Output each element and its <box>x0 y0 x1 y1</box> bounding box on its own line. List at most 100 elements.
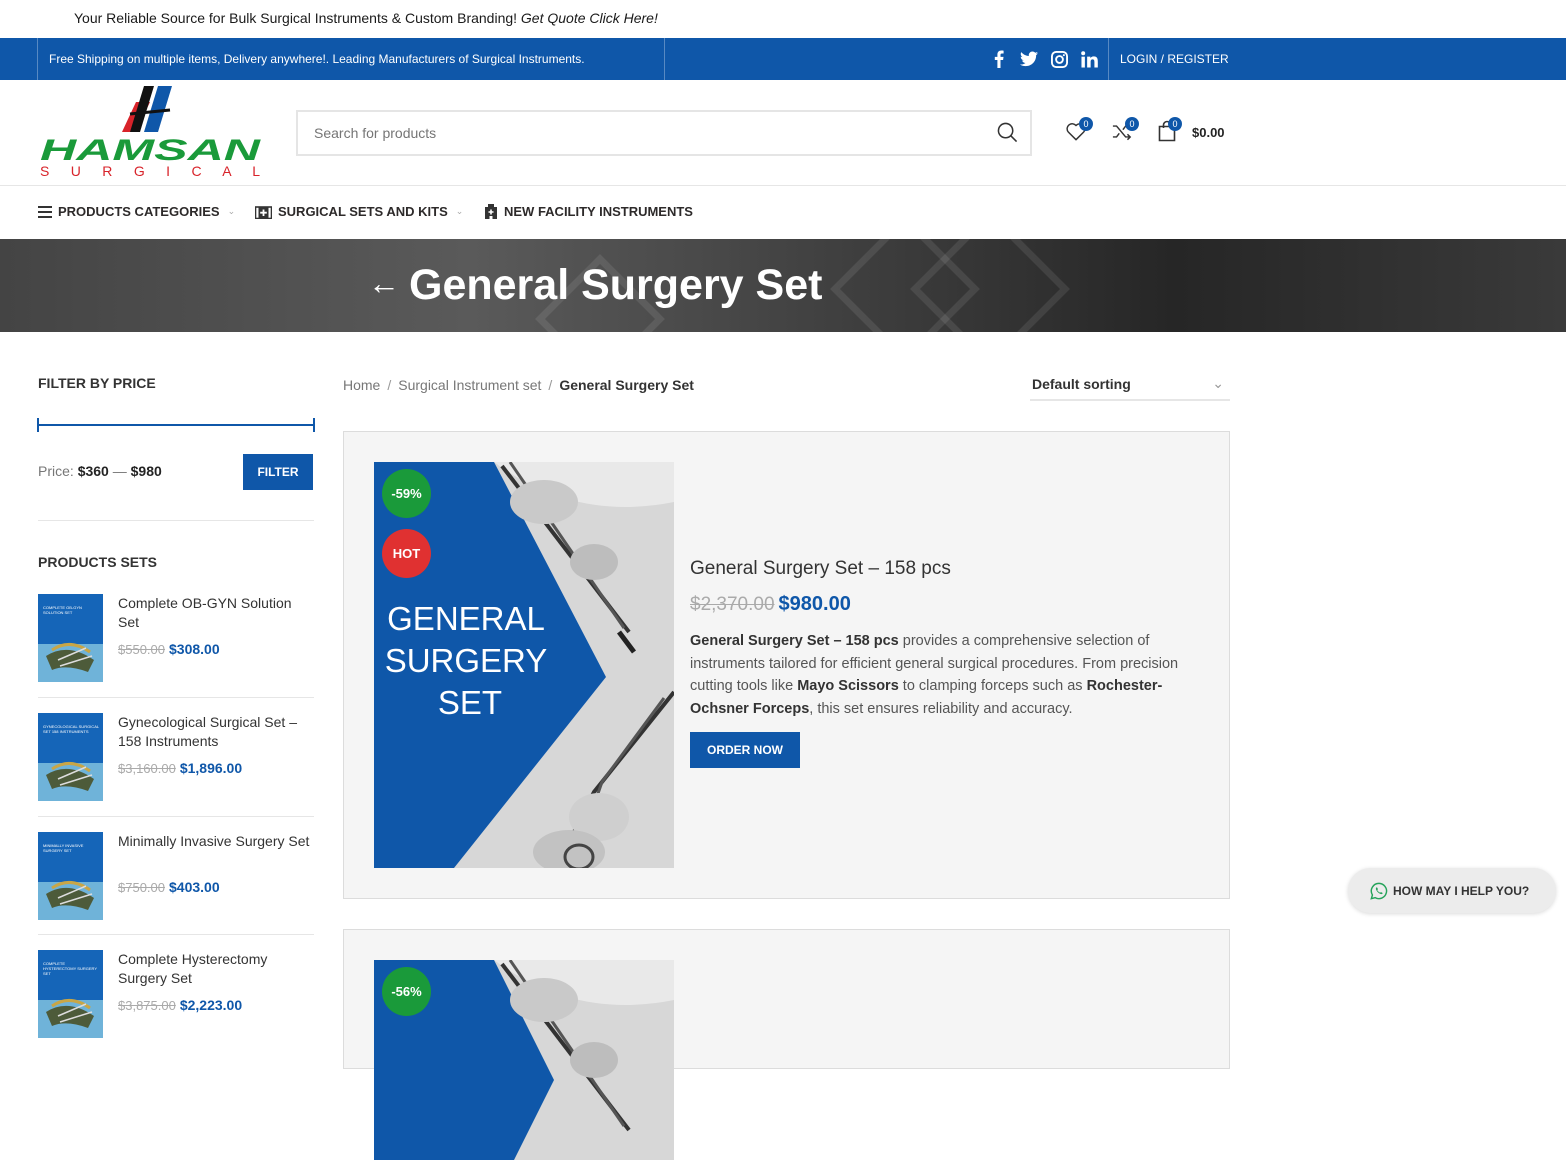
product-thumbnail[interactable]: MINIMALLY INVASIVE SURGERY SET <box>38 832 103 920</box>
compare-count: 0 <box>1125 117 1139 131</box>
slider-handle-max[interactable] <box>313 418 315 432</box>
main-nav: PRODUCTS CATEGORIES ⌄ SURGICAL SETS AND K… <box>0 186 1566 239</box>
page-title: General Surgery Set <box>409 261 823 309</box>
divider <box>38 816 314 817</box>
promo-bar: Your Reliable Source for Bulk Surgical I… <box>0 0 1566 38</box>
product-name[interactable]: Minimally Invasive Surgery Set <box>118 832 314 851</box>
product-price: $3,875.00 $2,223.00 <box>118 997 243 1013</box>
cart-total[interactable]: $0.00 <box>1192 125 1225 140</box>
product-name[interactable]: Complete OB-GYN Solution Set <box>118 594 314 632</box>
top-bar: Free Shipping on multiple items, Deliver… <box>0 38 1566 80</box>
whatsapp-help-button[interactable]: HOW MAY I HELP YOU? <box>1348 868 1556 913</box>
image-text-1: GENERAL <box>387 600 545 637</box>
product-thumbnail[interactable]: COMPLETE OB-GYN SOLUTION SET <box>38 594 103 682</box>
help-label: HOW MAY I HELP YOU? <box>1393 883 1530 898</box>
product-title[interactable]: General Surgery Set – 158 pcs <box>690 558 951 580</box>
shipping-message: Free Shipping on multiple items, Deliver… <box>49 52 585 66</box>
product-card: GENERAL SURGERY SET -59% HOT General Sur… <box>343 431 1230 899</box>
sort-selected: Default sorting <box>1032 376 1131 392</box>
divider <box>37 38 38 80</box>
cart-button[interactable]: 0 <box>1158 117 1182 147</box>
search-input[interactable] <box>298 112 978 154</box>
sidebar-product[interactable]: MINIMALLY INVASIVE SURGERY SET Minimally… <box>38 832 314 921</box>
back-arrow-icon[interactable]: ← <box>368 265 400 302</box>
medical-kit-icon <box>255 205 272 219</box>
thumb-caption: COMPLETE OB-GYN SOLUTION SET <box>43 605 82 615</box>
price-max: $980 <box>130 463 162 479</box>
product-image[interactable]: -56% <box>374 960 674 1160</box>
hamburger-icon <box>38 205 52 218</box>
divider <box>38 697 314 698</box>
facebook-icon[interactable] <box>990 49 1008 69</box>
new-price: $980.00 <box>778 593 851 615</box>
product-description: General Surgery Set – 158 pcs provides a… <box>690 633 1179 717</box>
sidebar-product[interactable]: COMPLETE HYSTERECTOMY SURGERY SET Comple… <box>38 950 314 1039</box>
site-logo[interactable]: HAMSAN S U R G I C A L <box>38 84 264 179</box>
wishlist-count: 0 <box>1079 117 1093 131</box>
price-min: $360 <box>77 463 109 479</box>
page-title-banner: ← General Surgery Set <box>0 239 1566 332</box>
whatsapp-icon <box>1370 882 1388 900</box>
filter-price-title: FILTER BY PRICE <box>38 375 156 391</box>
price-slider[interactable] <box>37 418 315 432</box>
search-icon[interactable] <box>997 122 1018 148</box>
products-sets-title: PRODUCTS SETS <box>38 554 158 570</box>
product-price: $550.00 $308.00 <box>118 641 220 657</box>
discount-badge: -56% <box>382 967 431 1016</box>
nav-new-facility[interactable]: NEW FACILITY INSTRUMENTS <box>484 204 693 219</box>
divider <box>1108 38 1109 80</box>
sidebar-product[interactable]: COMPLETE OB-GYN SOLUTION SET Complete OB… <box>38 594 314 683</box>
divider <box>38 934 314 935</box>
product-price: $2,370.00 $980.00 <box>690 593 851 616</box>
sort-select[interactable]: Default sorting ⌄ <box>1030 372 1230 401</box>
nav-surgical-sets[interactable]: SURGICAL SETS AND KITS ⌄ <box>255 204 463 219</box>
social-links <box>990 49 1098 69</box>
image-text-2: SURGERY <box>385 642 548 679</box>
product-price: $3,160.00 $1,896.00 <box>118 760 243 776</box>
nav-label: PRODUCTS CATEGORIES <box>58 204 220 219</box>
search-box <box>296 110 1032 156</box>
discount-badge: -59% <box>382 469 431 518</box>
old-price: $2,370.00 <box>690 594 775 615</box>
breadcrumb-current: General Surgery Set <box>559 377 694 393</box>
instagram-icon[interactable] <box>1050 49 1068 69</box>
product-card: -56% <box>343 929 1230 1160</box>
nav-products-categories[interactable]: PRODUCTS CATEGORIES ⌄ <box>38 204 235 219</box>
product-name[interactable]: Gynecological Surgical Set – 158 Instrum… <box>118 713 314 751</box>
breadcrumb-home[interactable]: Home <box>343 377 380 393</box>
product-image[interactable]: GENERAL SURGERY SET -59% HOT <box>374 462 674 868</box>
breadcrumb: Home / Surgical Instrument set / General Sur… <box>343 377 694 393</box>
image-text-3: SET <box>438 684 502 721</box>
slider-handle-min[interactable] <box>37 418 39 432</box>
product-price: $750.00 $403.00 <box>118 879 220 895</box>
compare-button[interactable]: 0 <box>1112 117 1139 146</box>
thumb-caption: MINIMALLY INVASIVE SURGERY SET <box>43 843 84 853</box>
get-quote-link[interactable]: Get Quote Click Here! <box>521 10 658 26</box>
chevron-down-icon: ⌄ <box>455 206 464 216</box>
product-thumbnail[interactable]: GYNECOLOGICAL SURGICAL SET 158 INSTRUMEN… <box>38 713 103 801</box>
promo-text: Your Reliable Source for Bulk Surgical I… <box>74 10 658 26</box>
nav-label: SURGICAL SETS AND KITS <box>278 204 448 219</box>
thumb-caption: COMPLETE HYSTERECTOMY SURGERY SET <box>43 961 97 976</box>
site-header: HAMSAN S U R G I C A L 0 0 0 $0.00 <box>0 80 1566 186</box>
chevron-down-icon: ⌄ <box>1212 375 1224 391</box>
hot-badge: HOT <box>382 529 431 578</box>
thumb-caption: GYNECOLOGICAL SURGICAL SET 158 INSTRUMEN… <box>43 724 99 734</box>
cart-count: 0 <box>1168 117 1182 131</box>
twitter-icon[interactable] <box>1020 49 1038 69</box>
login-register-link[interactable]: LOGIN / REGISTER <box>1120 52 1229 66</box>
hospital-icon <box>485 204 497 219</box>
product-thumbnail[interactable]: COMPLETE HYSTERECTOMY SURGERY SET <box>38 950 103 1038</box>
price-range-label: Price: $360 — $980 <box>38 463 162 479</box>
breadcrumb-category[interactable]: Surgical Instrument set <box>398 377 541 393</box>
sidebar-product[interactable]: GYNECOLOGICAL SURGICAL SET 158 INSTRUMEN… <box>38 713 314 802</box>
wishlist-button[interactable]: 0 <box>1066 117 1093 146</box>
linkedin-icon[interactable] <box>1080 49 1098 69</box>
divider <box>38 520 314 521</box>
divider <box>664 38 665 80</box>
product-name[interactable]: Complete Hysterectomy Surgery Set <box>118 950 314 988</box>
nav-label: NEW FACILITY INSTRUMENTS <box>504 204 693 219</box>
chevron-down-icon: ⌄ <box>227 206 236 216</box>
order-now-button[interactable]: ORDER NOW <box>690 732 800 768</box>
filter-button[interactable]: FILTER <box>243 454 313 490</box>
